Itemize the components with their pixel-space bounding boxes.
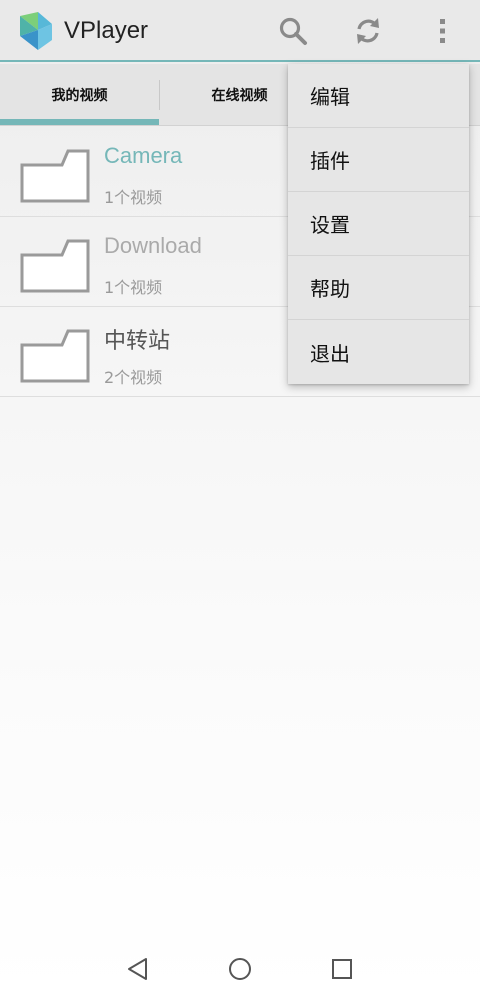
folder-name: 中转站 xyxy=(104,329,171,354)
back-icon[interactable] xyxy=(125,956,151,982)
menu-item-settings[interactable]: 设置 xyxy=(288,192,469,256)
folder-icon xyxy=(20,149,90,203)
tab-selected-indicator xyxy=(0,119,159,125)
app-title: VPlayer xyxy=(64,17,149,44)
folder-name: Download xyxy=(104,233,202,258)
home-icon[interactable] xyxy=(227,956,253,982)
vplayer-logo-icon xyxy=(20,12,52,50)
folder-video-count: 2个视频 xyxy=(104,368,163,387)
overflow-menu: 编辑 插件 设置 帮助 退出 xyxy=(288,64,469,384)
app-bar: VPlayer xyxy=(0,0,480,62)
search-button[interactable] xyxy=(275,13,311,49)
system-nav-bar xyxy=(0,944,480,994)
more-vert-icon xyxy=(440,19,445,43)
recents-icon[interactable] xyxy=(329,956,355,982)
refresh-button[interactable] xyxy=(350,13,386,49)
folder-name: Camera xyxy=(104,143,183,168)
folder-video-count: 1个视频 xyxy=(104,188,163,207)
menu-item-plugins[interactable]: 插件 xyxy=(288,128,469,192)
refresh-icon xyxy=(357,18,379,44)
menu-item-edit[interactable]: 编辑 xyxy=(288,64,469,128)
tab-my-videos[interactable]: 我的视频 xyxy=(0,64,159,126)
search-icon xyxy=(279,17,307,45)
folder-icon xyxy=(20,239,90,293)
folder-video-count: 1个视频 xyxy=(104,278,163,297)
screen: VPlayer 我的视频 在线视频 Camera 1个视频 Download 1… xyxy=(0,0,480,994)
more-options-button[interactable] xyxy=(424,13,460,49)
folder-icon xyxy=(20,329,90,383)
menu-item-help[interactable]: 帮助 xyxy=(288,256,469,320)
menu-item-exit[interactable]: 退出 xyxy=(288,320,469,384)
